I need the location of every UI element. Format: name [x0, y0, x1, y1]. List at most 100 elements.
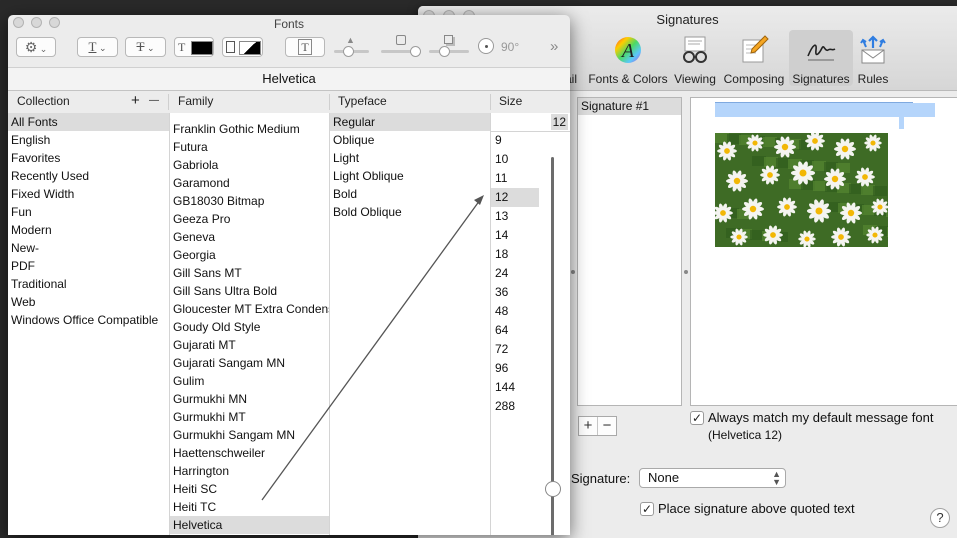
size-item[interactable]: 11 — [491, 169, 539, 188]
size-item[interactable]: 13 — [491, 207, 539, 226]
text-color-button[interactable]: T — [174, 37, 214, 57]
signature-select[interactable]: None ▲ ▼ — [639, 468, 786, 488]
size-slider-knob[interactable] — [545, 481, 561, 497]
size-item[interactable]: 48 — [491, 302, 539, 321]
typeface-item[interactable]: Light — [330, 149, 490, 167]
size-input[interactable]: 12 — [491, 113, 570, 132]
collection-item[interactable]: PDF — [8, 257, 169, 275]
family-item[interactable]: Futura — [170, 138, 329, 156]
place-above-checkbox[interactable]: ✓ — [640, 502, 654, 516]
size-item[interactable]: 9 — [491, 131, 539, 150]
splitter-handle[interactable] — [571, 270, 575, 274]
family-item[interactable]: GB18030 Bitmap — [170, 192, 329, 210]
typeface-item[interactable]: Light Oblique — [330, 167, 490, 185]
family-item[interactable]: Geneva — [170, 228, 329, 246]
collection-item[interactable]: New- — [8, 239, 169, 257]
signature-editor[interactable] — [690, 97, 957, 406]
collection-item[interactable]: Web — [8, 293, 169, 311]
family-item[interactable]: Helvetica — [170, 516, 329, 534]
size-item[interactable]: 10 — [491, 150, 539, 169]
family-item[interactable]: Gujarati Sangam MN — [170, 354, 329, 372]
size-item[interactable]: 64 — [491, 321, 539, 340]
typeface-item[interactable]: Oblique — [330, 131, 490, 149]
divider — [329, 94, 330, 110]
help-button[interactable]: ? — [930, 508, 950, 528]
toolbar-item-rules[interactable]: Rules — [855, 30, 891, 86]
size-item[interactable]: 12 — [491, 188, 539, 207]
size-item[interactable]: 288 — [491, 397, 539, 416]
family-item[interactable]: Gabriola — [170, 156, 329, 174]
family-item[interactable]: Gulim — [170, 372, 329, 390]
collection-item[interactable]: Modern — [8, 221, 169, 239]
size-item[interactable]: 14 — [491, 226, 539, 245]
family-item[interactable]: Geeza Pro — [170, 210, 329, 228]
family-item[interactable]: Georgia — [170, 246, 329, 264]
family-item[interactable]: Garamond — [170, 174, 329, 192]
gear-icon: ⚙ — [24, 39, 38, 55]
strikethrough-button[interactable]: T ⌄ — [125, 37, 166, 57]
toolbar-item-signatures[interactable]: Signatures — [789, 30, 853, 86]
family-item[interactable]: Haettenschweiler — [170, 444, 329, 462]
text-shadow-button[interactable]: T — [285, 37, 325, 57]
family-item[interactable]: Franklin Gothic Medium — [170, 120, 329, 138]
shadow-opacity-knob[interactable] — [343, 46, 354, 57]
remove-collection-button[interactable]: — — [149, 91, 159, 111]
family-item[interactable]: Heiti TC — [170, 498, 329, 516]
signature-list-item[interactable]: Signature #1 — [578, 98, 681, 115]
viewing-icon — [683, 36, 707, 63]
collection-item[interactable]: Favorites — [8, 149, 169, 167]
underline-button[interactable]: T ⌄ — [77, 37, 118, 57]
shadow-blur-knob[interactable] — [410, 46, 421, 57]
typeface-item[interactable]: Regular — [330, 113, 490, 131]
splitter-handle[interactable] — [684, 270, 688, 274]
collection-item[interactable]: Windows Office Compatible — [8, 311, 169, 329]
typeface-item[interactable]: Bold Oblique — [330, 203, 490, 221]
collection-item[interactable]: Fun — [8, 203, 169, 221]
family-item[interactable]: Goudy Old Style — [170, 318, 329, 336]
toolbar-item-viewing[interactable]: Viewing — [672, 30, 718, 86]
shadow-angle-dial[interactable] — [478, 38, 494, 54]
family-item[interactable]: Gloucester MT Extra Condensed — [170, 300, 329, 318]
remove-signature-button[interactable]: − — [597, 417, 616, 435]
size-item[interactable]: 18 — [491, 245, 539, 264]
collection-item[interactable]: English — [8, 131, 169, 149]
shadow-angle-value: 90° — [501, 40, 520, 54]
collection-item[interactable]: Traditional — [8, 275, 169, 293]
toolbar-label: Composing — [723, 72, 785, 86]
action-menu-button[interactable]: ⚙ ⌄ — [16, 37, 56, 57]
add-collection-button[interactable]: + — [131, 91, 140, 111]
toolbar-item-composing[interactable]: Composing — [722, 30, 786, 86]
family-item[interactable]: Heiti SC — [170, 480, 329, 498]
always-match-checkbox[interactable]: ✓ — [690, 411, 704, 425]
daisies-photo — [715, 133, 888, 247]
text-selection — [715, 103, 935, 117]
size-item[interactable]: 36 — [491, 283, 539, 302]
size-item[interactable]: 144 — [491, 378, 539, 397]
shadow-offset-knob[interactable] — [439, 46, 450, 57]
signature-list[interactable]: Signature #1 — [577, 97, 682, 406]
family-item[interactable]: Harrington — [170, 462, 329, 480]
size-item[interactable]: 96 — [491, 359, 539, 378]
family-item[interactable]: Gurmukhi Sangam MN — [170, 426, 329, 444]
size-list[interactable]: 12 9 10 11 12 13 14 18 24 36 48 64 72 96 144 288 — [491, 113, 570, 535]
collection-item[interactable]: All Fonts — [8, 113, 169, 131]
collection-list[interactable]: All Fonts English Favorites Recently Used Fi… — [8, 113, 170, 535]
document-color-button[interactable] — [222, 37, 263, 57]
toolbar-label: Viewing — [674, 72, 716, 86]
typeface-list[interactable]: Regular Oblique Light Light Oblique Bold Bold… — [330, 113, 491, 535]
size-slider[interactable] — [551, 157, 554, 535]
collection-item[interactable]: Recently Used — [8, 167, 169, 185]
family-list[interactable]: Franklin Gothic Medium Futura Gabriola Gara… — [170, 113, 330, 535]
typeface-item[interactable]: Bold — [330, 185, 490, 203]
family-item[interactable]: Gurmukhi MT — [170, 408, 329, 426]
add-signature-button[interactable]: + — [579, 417, 597, 435]
family-item[interactable]: Gill Sans MT — [170, 264, 329, 282]
family-item[interactable]: Gurmukhi MN — [170, 390, 329, 408]
collection-item[interactable]: Fixed Width — [8, 185, 169, 203]
size-item[interactable]: 72 — [491, 340, 539, 359]
toolbar-item-fonts-colors[interactable]: A Fonts & Colors — [586, 30, 670, 86]
chevron-double-right-icon[interactable]: » — [550, 38, 558, 55]
family-item[interactable]: Gill Sans Ultra Bold — [170, 282, 329, 300]
family-item[interactable]: Gujarati MT — [170, 336, 329, 354]
size-item[interactable]: 24 — [491, 264, 539, 283]
